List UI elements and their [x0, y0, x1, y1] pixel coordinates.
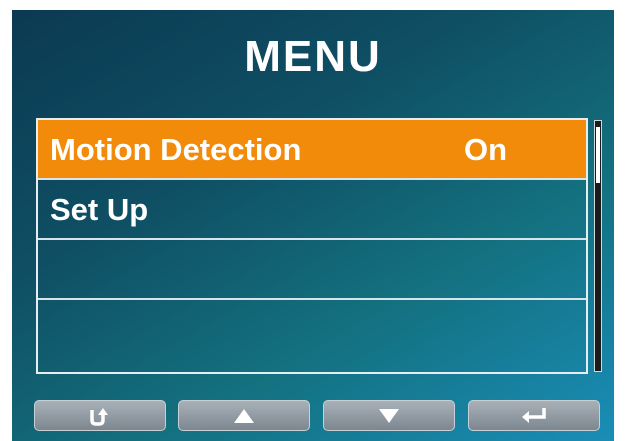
menu-item-set-up[interactable]: Set Up	[38, 180, 586, 240]
menu-list: Motion Detection On Set Up	[36, 118, 588, 374]
enter-button[interactable]	[468, 400, 600, 431]
menu-item-empty[interactable]	[38, 240, 586, 300]
down-button[interactable]	[323, 400, 455, 431]
menu-item-label: Set Up	[50, 192, 149, 227]
menu-screen: MENU Motion Detection On Set Up	[12, 10, 614, 441]
menu-item-label: Motion Detection	[50, 132, 302, 167]
back-button[interactable]	[34, 400, 166, 431]
menu-scrollbar[interactable]	[594, 120, 602, 372]
down-triangle-icon	[379, 408, 399, 423]
menu-title: MENU	[244, 32, 382, 81]
enter-return-icon	[522, 407, 546, 423]
menu-item-motion-detection[interactable]: Motion Detection On	[38, 120, 586, 180]
menu-item-value: On	[464, 132, 508, 167]
back-arrow-icon	[90, 407, 108, 426]
menu-item-empty[interactable]	[38, 300, 586, 372]
up-triangle-icon	[234, 408, 254, 423]
scrollbar-thumb[interactable]	[596, 127, 600, 183]
up-button[interactable]	[178, 400, 310, 431]
